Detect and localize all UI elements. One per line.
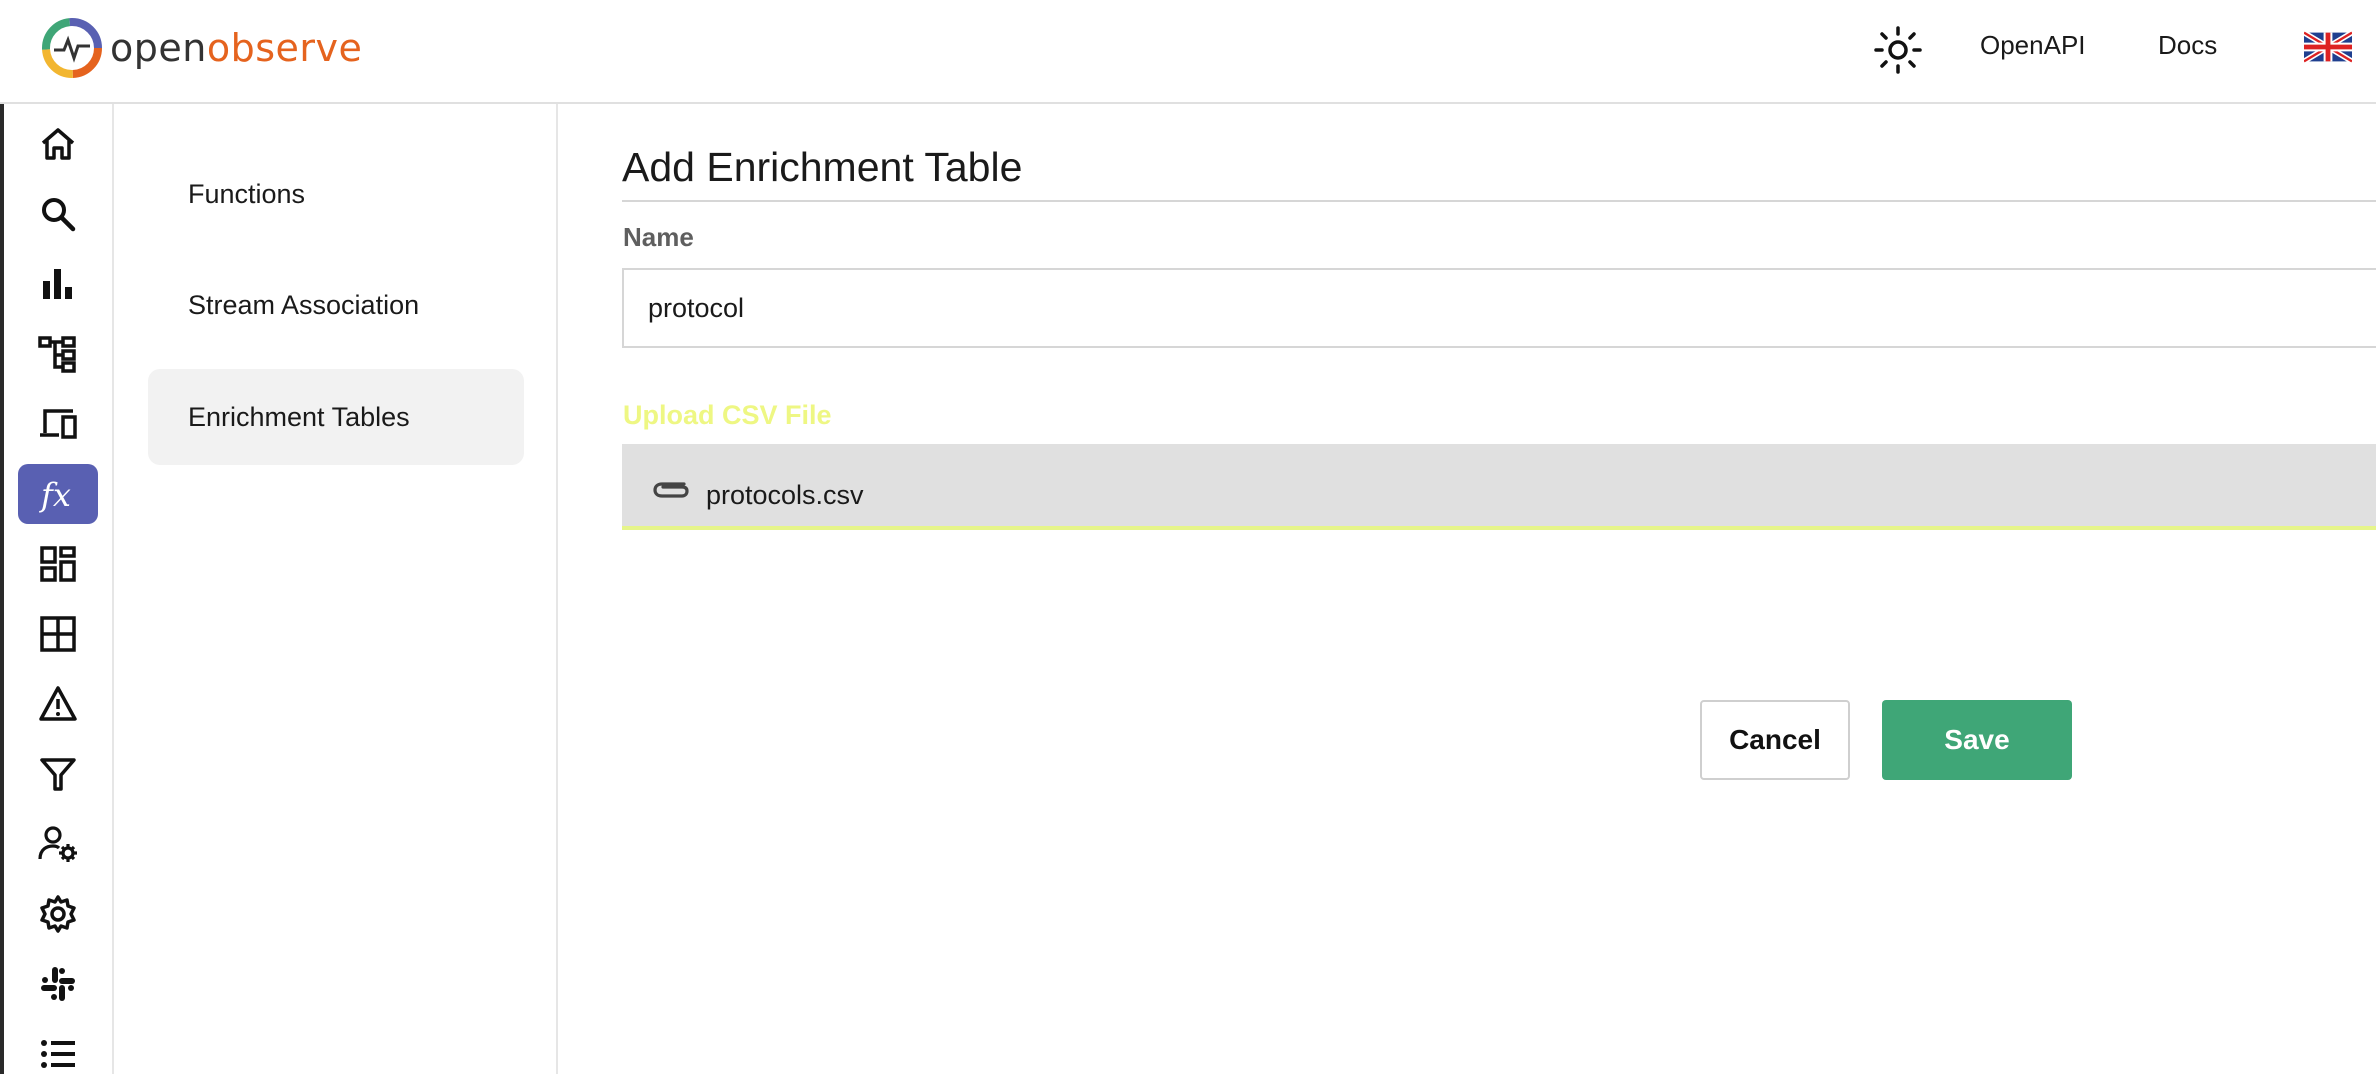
uk-flag-icon[interactable] [2304, 29, 2352, 65]
rail-item-slack[interactable] [18, 954, 98, 1014]
name-input[interactable] [622, 268, 2376, 348]
name-label: Name [623, 222, 694, 252]
bar-chart-icon [43, 269, 72, 299]
logo-text-observe: observe [206, 26, 363, 70]
page-title: Add Enrichment Table [622, 144, 1023, 190]
warning-icon [39, 686, 77, 721]
rail-item-iam[interactable] [18, 814, 98, 874]
submenu-item-enrichment-tables[interactable]: Enrichment Tables [148, 369, 524, 465]
user-gear-icon [38, 826, 77, 862]
csv-file-picker[interactable]: protocols.csv [622, 444, 2376, 530]
rail-item-settings[interactable] [18, 884, 98, 944]
rail-item-ingestion[interactable] [18, 744, 98, 804]
openapi-link[interactable]: OpenAPI [1980, 30, 2086, 61]
docs-link[interactable]: Docs [2158, 30, 2217, 61]
submenu-item-functions[interactable]: Functions [148, 146, 524, 242]
hierarchy-icon [38, 336, 76, 373]
svg-text:fx: fx [39, 476, 71, 514]
icon-rail: fx [0, 104, 114, 1074]
rail-item-dashboards[interactable] [18, 534, 98, 594]
logo-mark-icon [42, 18, 102, 78]
paperclip-icon [653, 482, 689, 498]
rail-item-search[interactable] [18, 184, 98, 244]
list-icon [41, 1040, 75, 1068]
rail-item-metrics[interactable] [18, 254, 98, 314]
sun-icon[interactable] [1872, 24, 1924, 76]
devices-icon [40, 409, 77, 439]
selected-file-name: protocols.csv [706, 480, 864, 510]
grid-icon [40, 616, 76, 652]
logo-text: openobserve [110, 26, 362, 70]
submenu-item-stream-association[interactable]: Stream Association [148, 257, 524, 353]
search-icon [42, 198, 76, 232]
rail-item-streams[interactable] [18, 604, 98, 664]
cancel-button[interactable]: Cancel [1700, 700, 1850, 780]
save-button[interactable]: Save [1882, 700, 2072, 780]
fx-icon: fx [39, 476, 71, 514]
openobserve-logo[interactable]: openobserve [40, 16, 362, 80]
functions-submenu: Functions Stream Association Enrichment … [114, 104, 558, 1074]
logo-text-open: open [110, 26, 207, 70]
rail-item-about[interactable] [18, 1024, 98, 1084]
rail-item-functions[interactable]: fx [18, 464, 98, 524]
rail-item-alerts[interactable] [18, 674, 98, 734]
home-icon [41, 128, 75, 160]
rail-item-traces[interactable] [18, 324, 98, 384]
main-content: Add Enrichment Table Name Upload CSV Fil… [558, 104, 2376, 1074]
upload-csv-label: Upload CSV File [623, 400, 832, 430]
slack-icon [41, 967, 75, 1001]
title-divider [622, 200, 2376, 202]
top-header: openobserve OpenAPI Docs [0, 0, 2376, 104]
filter-icon [40, 758, 76, 791]
rail-item-rum[interactable] [18, 394, 98, 454]
dashboard-icon [40, 546, 76, 582]
rail-item-home[interactable] [18, 114, 98, 174]
gear-icon [40, 895, 76, 933]
